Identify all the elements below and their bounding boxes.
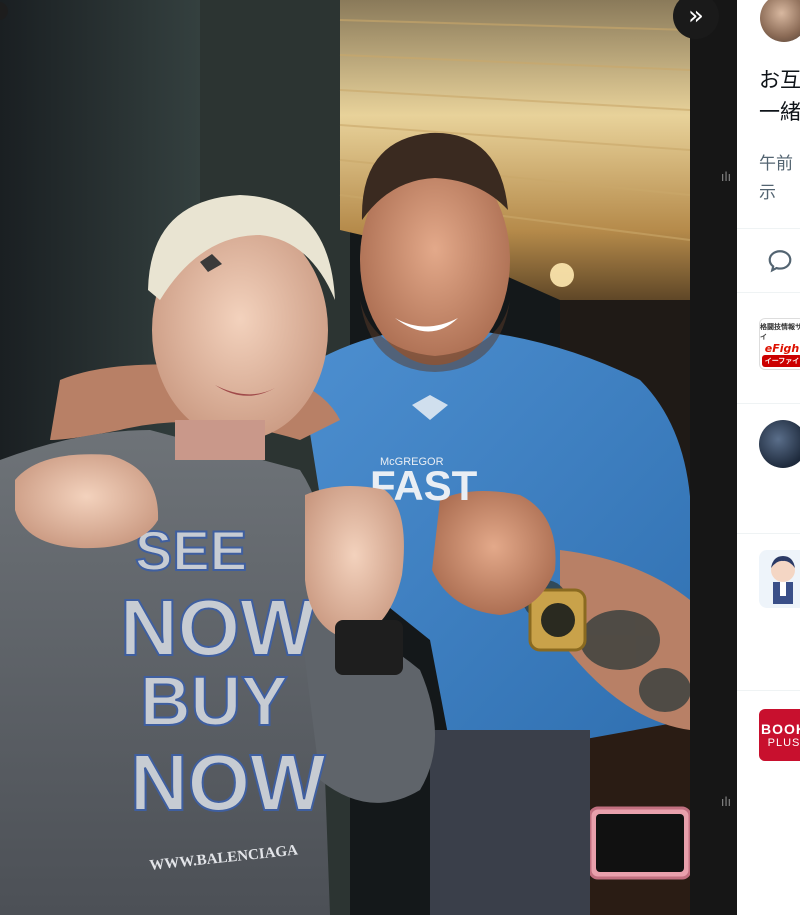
sweatshirt-text-1: SEE [135,519,247,582]
efight-label-3: イーファイ [761,354,800,367]
reply-bubble-icon[interactable] [767,248,793,274]
divider [737,403,800,404]
divider [737,292,800,293]
divider [737,690,800,691]
efight-label-2: eFigh [764,341,800,355]
divider [737,533,800,534]
sweatshirt-text-2: NOW [120,583,316,672]
bookplus-avatar[interactable]: BOOK PLUS [759,709,800,761]
viewer-side-strip [690,0,737,915]
view-count-label: 示 [759,183,776,203]
shirt-text-mcgregor: McGREGOR [380,456,444,468]
tweet-line: お互 [759,68,800,92]
tweet-meta: 午前 示 [759,150,793,208]
tweet-line: 一緒 [759,100,800,124]
sweatshirt-text-3: BUY [140,662,288,740]
tweet-text: お互 一緒 [759,64,800,128]
bookplus-label-1: BOOK [761,721,800,737]
bar-mark-1: ılı [721,170,732,184]
sweatshirt-text-4: NOW [130,738,326,827]
bookplus-label-2: PLUS [767,737,800,749]
bar-mark-2: ılı [721,795,732,809]
reply-user-avatar[interactable] [759,420,800,468]
divider [737,228,800,229]
post-detail-panel: お互 一緒 午前 示 格闘技情報サイ eFigh イーファイ BOOK PLUS [737,0,800,915]
anime-user-avatar[interactable] [759,550,800,608]
efight-avatar[interactable]: 格闘技情報サイ eFigh イーファイ [759,318,800,370]
efight-label-1: 格闘技情報サイ [760,322,800,341]
author-avatar[interactable] [760,0,800,42]
post-photo[interactable]: FAST McGREGOR SEE NOW BUY NOW WWW.BALENC… [0,0,690,915]
tweet-timestamp[interactable]: 午前 [759,150,793,179]
media-viewer: FAST McGREGOR SEE NOW BUY NOW WWW.BALENC… [0,0,737,915]
chevron-double-right-icon: » [688,1,704,31]
